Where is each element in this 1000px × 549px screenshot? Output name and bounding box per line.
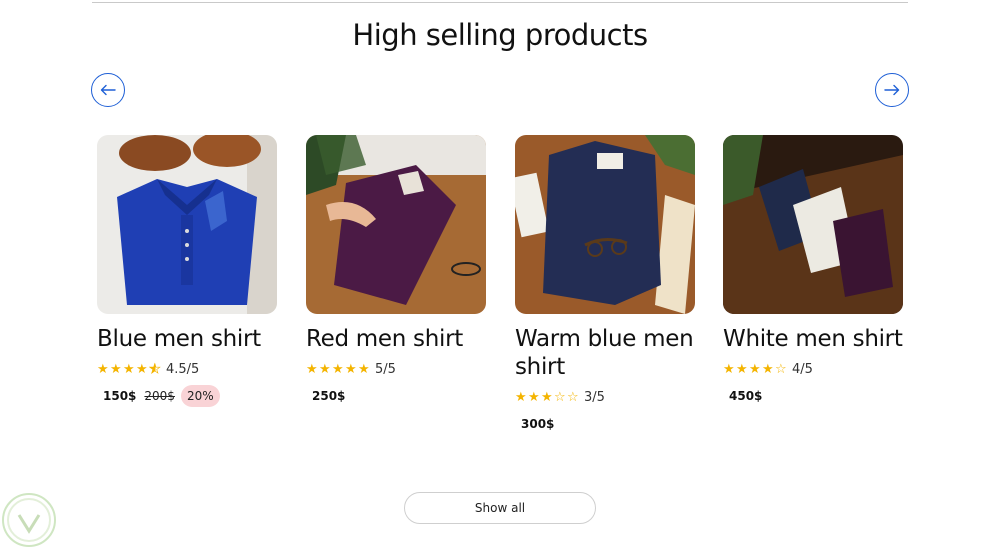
star-rating: ★ ★ ★ ★ ☆: [723, 363, 788, 376]
arrow-left-icon: [100, 84, 116, 96]
price-row: 150$ 200$ 20%: [97, 385, 277, 407]
star-full-icon: ★: [332, 361, 344, 377]
product-name[interactable]: Warm blue men shirt: [515, 325, 695, 381]
star-empty-icon: ☆: [567, 389, 579, 405]
star-full-icon: ★: [358, 361, 370, 377]
product-rating: ★ ★ ★ ★ ☆ 4/5: [723, 361, 903, 377]
top-divider: [92, 2, 908, 3]
watermark-logo: [2, 493, 56, 547]
rating-text: 4/5: [792, 361, 813, 377]
product-image-blue-shirt[interactable]: [97, 135, 277, 314]
price: 150$: [103, 389, 137, 403]
star-full-icon: ★: [528, 389, 540, 405]
star-empty-icon: ☆: [554, 389, 566, 405]
star-full-icon: ★: [319, 361, 331, 377]
star-full-icon: ★: [136, 361, 148, 377]
carousel-prev-button[interactable]: [91, 73, 125, 107]
old-price: 200$: [144, 389, 175, 403]
carousel-next-button[interactable]: [875, 73, 909, 107]
product-card[interactable]: Blue men shirt ★ ★ ★ ★ ★ 4.5/5 150$ 200$…: [97, 135, 277, 407]
star-full-icon: ★: [749, 361, 761, 377]
product-name[interactable]: Red men shirt: [306, 325, 486, 353]
product-name[interactable]: Blue men shirt: [97, 325, 277, 353]
star-full-icon: ★: [762, 361, 774, 377]
star-empty-icon: ☆: [775, 361, 787, 377]
product-image-warm-blue-shirt[interactable]: [515, 135, 695, 314]
star-full-icon: ★: [515, 389, 527, 405]
product-name[interactable]: White men shirt: [723, 325, 903, 353]
section-title: High selling products: [352, 18, 648, 52]
star-half-icon: ★: [149, 361, 161, 377]
rating-text: 3/5: [584, 389, 605, 405]
price: 450$: [729, 389, 763, 403]
star-full-icon: ★: [541, 389, 553, 405]
star-rating: ★ ★ ★ ☆ ☆: [515, 391, 580, 404]
product-rating: ★ ★ ★ ★ ★ 4.5/5: [97, 361, 277, 377]
price: 250$: [312, 389, 346, 403]
price-row: 450$: [723, 385, 903, 407]
product-card[interactable]: White men shirt ★ ★ ★ ★ ☆ 4/5 450$: [723, 135, 903, 407]
star-full-icon: ★: [345, 361, 357, 377]
rating-text: 4.5/5: [166, 361, 200, 377]
product-image-red-shirt[interactable]: [306, 135, 486, 314]
star-full-icon: ★: [723, 361, 735, 377]
discount-badge: 20%: [180, 385, 220, 407]
star-rating: ★ ★ ★ ★ ★: [306, 363, 371, 376]
price-row: 250$: [306, 385, 486, 407]
product-rating: ★ ★ ★ ★ ★ 5/5: [306, 361, 486, 377]
arrow-right-icon: [884, 84, 900, 96]
price: 300$: [521, 417, 555, 431]
star-full-icon: ★: [97, 361, 109, 377]
product-card[interactable]: Warm blue men shirt ★ ★ ★ ☆ ☆ 3/5 300$: [515, 135, 695, 435]
product-image-white-shirt[interactable]: [723, 135, 903, 314]
star-full-icon: ★: [306, 361, 318, 377]
show-all-button[interactable]: Show all: [404, 492, 596, 524]
star-full-icon: ★: [123, 361, 135, 377]
star-full-icon: ★: [110, 361, 122, 377]
star-full-icon: ★: [736, 361, 748, 377]
rating-text: 5/5: [375, 361, 396, 377]
price-row: 300$: [515, 413, 695, 435]
product-card[interactable]: Red men shirt ★ ★ ★ ★ ★ 5/5 250$: [306, 135, 486, 407]
product-rating: ★ ★ ★ ☆ ☆ 3/5: [515, 389, 695, 405]
star-rating: ★ ★ ★ ★ ★: [97, 361, 162, 377]
